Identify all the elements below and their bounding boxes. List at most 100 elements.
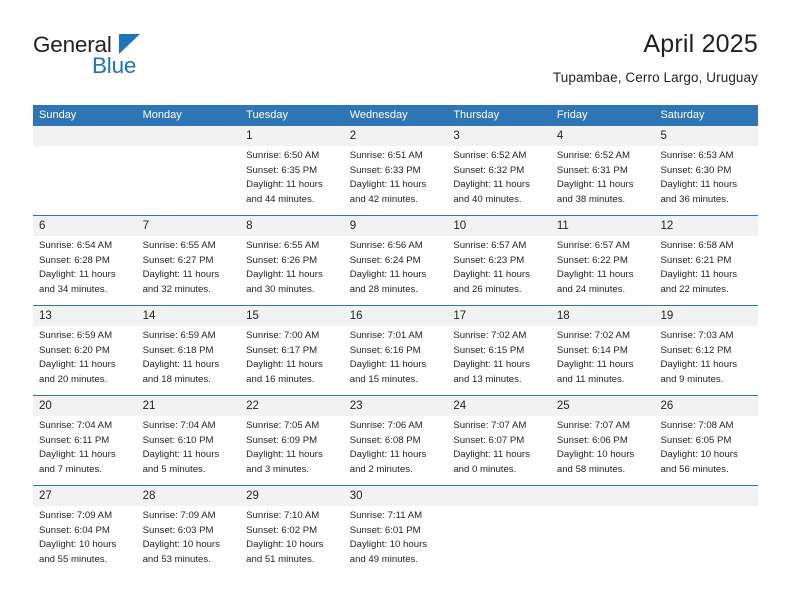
day-detail-line: Daylight: 10 hours xyxy=(556,449,635,461)
day-number-21[interactable]: 21 xyxy=(137,396,241,416)
day-cell-8[interactable]: Sunrise: 6:55 AM Sunset: 6:26 PM Daylight:… xyxy=(240,236,344,305)
day-header-sunday: Sunday xyxy=(39,109,77,121)
day-cell-9[interactable]: Sunrise: 6:56 AM Sunset: 6:24 PM Daylight:… xyxy=(344,236,448,305)
day-cell-14[interactable]: Sunrise: 6:59 AM Sunset: 6:18 PM Daylight:… xyxy=(137,326,241,395)
day-detail-line: and 24 minutes. xyxy=(556,283,626,295)
day-detail-line: Sunrise: 6:55 AM xyxy=(142,240,216,251)
day-cell-18[interactable]: Sunrise: 7:02 AM Sunset: 6:14 PM Daylight:… xyxy=(551,326,655,395)
day-cell-27[interactable]: Sunrise: 7:09 AM Sunset: 6:04 PM Daylight:… xyxy=(33,506,137,575)
day-number-26[interactable]: 26 xyxy=(654,396,758,416)
calendar-week-row: 27 28 29 30 Sunrise: 7:09 AM Sunset: 6:04 PM D… xyxy=(33,485,758,575)
day-number-9[interactable]: 9 xyxy=(344,216,448,236)
day-cell-23[interactable]: Sunrise: 7:06 AM Sunset: 6:08 PM Daylight:… xyxy=(344,416,448,485)
day-detail-line: and 53 minutes. xyxy=(142,553,211,565)
calendar-page: General Blue April 2025 Tupambae, Cerro … xyxy=(0,0,792,612)
day-detail-line: Sunset: 6:26 PM xyxy=(246,254,318,266)
day-number-15[interactable]: 15 xyxy=(240,306,344,326)
day-number-7[interactable]: 7 xyxy=(137,216,241,236)
week-detail-band: Sunrise: 7:04 AM Sunset: 6:11 PM Daylight:… xyxy=(33,416,758,485)
day-cell-24[interactable]: Sunrise: 7:07 AM Sunset: 6:07 PM Daylight:… xyxy=(447,416,551,485)
day-cell-15[interactable]: Sunrise: 7:00 AM Sunset: 6:17 PM Daylight:… xyxy=(240,326,344,395)
day-detail-line: Sunset: 6:05 PM xyxy=(660,434,732,446)
day-detail-line: Sunset: 6:27 PM xyxy=(142,254,214,266)
day-cell-11[interactable]: Sunrise: 6:57 AM Sunset: 6:22 PM Daylight:… xyxy=(551,236,655,305)
day-cell-10[interactable]: Sunrise: 6:57 AM Sunset: 6:23 PM Daylight:… xyxy=(447,236,551,305)
day-number-11[interactable]: 11 xyxy=(551,216,655,236)
day-detail-line: and 3 minutes. xyxy=(246,463,310,475)
day-number-24[interactable]: 24 xyxy=(447,396,551,416)
day-detail-line: Sunset: 6:08 PM xyxy=(349,434,421,446)
page-subtitle: Tupambae, Cerro Largo, Uruguay xyxy=(552,70,758,85)
day-cell-6[interactable]: Sunrise: 6:54 AM Sunset: 6:28 PM Daylight:… xyxy=(33,236,137,305)
day-cell-empty xyxy=(137,146,241,215)
day-number-14[interactable]: 14 xyxy=(137,306,241,326)
day-number-1[interactable]: 1 xyxy=(240,126,344,146)
day-number-2[interactable]: 2 xyxy=(344,126,448,146)
day-detail-line: Daylight: 11 hours xyxy=(660,269,738,281)
day-detail-line: and 58 minutes. xyxy=(556,463,626,475)
day-cell-4[interactable]: Sunrise: 6:52 AM Sunset: 6:31 PM Daylight:… xyxy=(551,146,655,215)
day-number-empty xyxy=(447,486,551,506)
week-detail-band: Sunrise: 6:54 AM Sunset: 6:28 PM Daylight:… xyxy=(33,236,758,305)
day-number-28[interactable]: 28 xyxy=(137,486,241,506)
day-number-8[interactable]: 8 xyxy=(240,216,344,236)
day-cell-30[interactable]: Sunrise: 7:11 AM Sunset: 6:01 PM Daylight:… xyxy=(344,506,448,575)
calendar-week-container: 1 2 3 4 5 Sunrise: 6:50 AM Sunset: 6:35 PM Dayl… xyxy=(33,126,758,575)
day-cell-26[interactable]: Sunrise: 7:08 AM Sunset: 6:05 PM Daylight:… xyxy=(654,416,758,485)
day-cell-7[interactable]: Sunrise: 6:55 AM Sunset: 6:27 PM Daylight:… xyxy=(137,236,241,305)
day-number-30[interactable]: 30 xyxy=(344,486,448,506)
day-detail-line: Sunrise: 7:00 AM xyxy=(246,330,320,341)
day-detail-line: and 30 minutes. xyxy=(246,283,315,295)
day-number-5[interactable]: 5 xyxy=(654,126,758,146)
day-number-16[interactable]: 16 xyxy=(344,306,448,326)
day-number-3[interactable]: 3 xyxy=(447,126,551,146)
day-cell-22[interactable]: Sunrise: 7:05 AM Sunset: 6:09 PM Daylight:… xyxy=(240,416,344,485)
day-cell-19[interactable]: Sunrise: 7:03 AM Sunset: 6:12 PM Daylight:… xyxy=(654,326,758,395)
day-number-10[interactable]: 10 xyxy=(447,216,551,236)
day-cell-empty xyxy=(551,506,655,575)
day-detail-line: Sunset: 6:30 PM xyxy=(660,164,732,176)
day-detail-line: Sunrise: 7:02 AM xyxy=(556,330,630,341)
day-number-27[interactable]: 27 xyxy=(33,486,137,506)
day-cell-17[interactable]: Sunrise: 7:02 AM Sunset: 6:15 PM Daylight:… xyxy=(447,326,551,395)
day-detail-line: Daylight: 11 hours xyxy=(142,359,220,371)
day-detail-line: Sunrise: 7:05 AM xyxy=(246,420,320,431)
day-detail-line: Sunrise: 7:08 AM xyxy=(660,420,734,431)
day-number-19[interactable]: 19 xyxy=(654,306,758,326)
day-header-monday: Monday xyxy=(142,109,182,121)
day-number-29[interactable]: 29 xyxy=(240,486,344,506)
day-cell-20[interactable]: Sunrise: 7:04 AM Sunset: 6:11 PM Daylight:… xyxy=(33,416,137,485)
day-cell-21[interactable]: Sunrise: 7:04 AM Sunset: 6:10 PM Daylight:… xyxy=(137,416,241,485)
day-number-4[interactable]: 4 xyxy=(551,126,655,146)
day-number-18[interactable]: 18 xyxy=(551,306,655,326)
day-detail-line: and 38 minutes. xyxy=(556,193,626,205)
day-detail-line: Daylight: 11 hours xyxy=(556,179,634,191)
day-detail-line: Daylight: 11 hours xyxy=(556,269,634,281)
day-detail-line: and 42 minutes. xyxy=(349,193,419,205)
day-cell-28[interactable]: Sunrise: 7:09 AM Sunset: 6:03 PM Daylight:… xyxy=(137,506,241,575)
day-cell-25[interactable]: Sunrise: 7:07 AM Sunset: 6:06 PM Daylight:… xyxy=(551,416,655,485)
day-detail-line: and 40 minutes. xyxy=(453,193,522,205)
day-number-6[interactable]: 6 xyxy=(33,216,137,236)
day-detail-line: Sunrise: 6:52 AM xyxy=(556,150,630,161)
day-number-25[interactable]: 25 xyxy=(551,396,655,416)
day-cell-12[interactable]: Sunrise: 6:58 AM Sunset: 6:21 PM Daylight:… xyxy=(654,236,758,305)
day-number-12[interactable]: 12 xyxy=(654,216,758,236)
day-cell-1[interactable]: Sunrise: 6:50 AM Sunset: 6:35 PM Daylight:… xyxy=(240,146,344,215)
day-cell-29[interactable]: Sunrise: 7:10 AM Sunset: 6:02 PM Daylight:… xyxy=(240,506,344,575)
day-number-22[interactable]: 22 xyxy=(240,396,344,416)
day-number-20[interactable]: 20 xyxy=(33,396,137,416)
day-detail-line: and 22 minutes. xyxy=(660,283,729,295)
day-number-13[interactable]: 13 xyxy=(33,306,137,326)
day-detail-line: Sunrise: 7:09 AM xyxy=(142,510,216,521)
day-number-17[interactable]: 17 xyxy=(447,306,551,326)
page-header: General Blue April 2025 Tupambae, Cerro … xyxy=(33,28,758,96)
day-cell-3[interactable]: Sunrise: 6:52 AM Sunset: 6:32 PM Daylight:… xyxy=(447,146,551,215)
day-cell-13[interactable]: Sunrise: 6:59 AM Sunset: 6:20 PM Daylight:… xyxy=(33,326,137,395)
day-detail-line: Sunset: 6:01 PM xyxy=(349,524,421,536)
day-detail-line: Sunset: 6:02 PM xyxy=(246,524,318,536)
day-cell-2[interactable]: Sunrise: 6:51 AM Sunset: 6:33 PM Daylight:… xyxy=(344,146,448,215)
day-cell-5[interactable]: Sunrise: 6:53 AM Sunset: 6:30 PM Daylight:… xyxy=(654,146,758,215)
day-number-23[interactable]: 23 xyxy=(344,396,448,416)
day-cell-16[interactable]: Sunrise: 7:01 AM Sunset: 6:16 PM Daylight:… xyxy=(344,326,448,395)
